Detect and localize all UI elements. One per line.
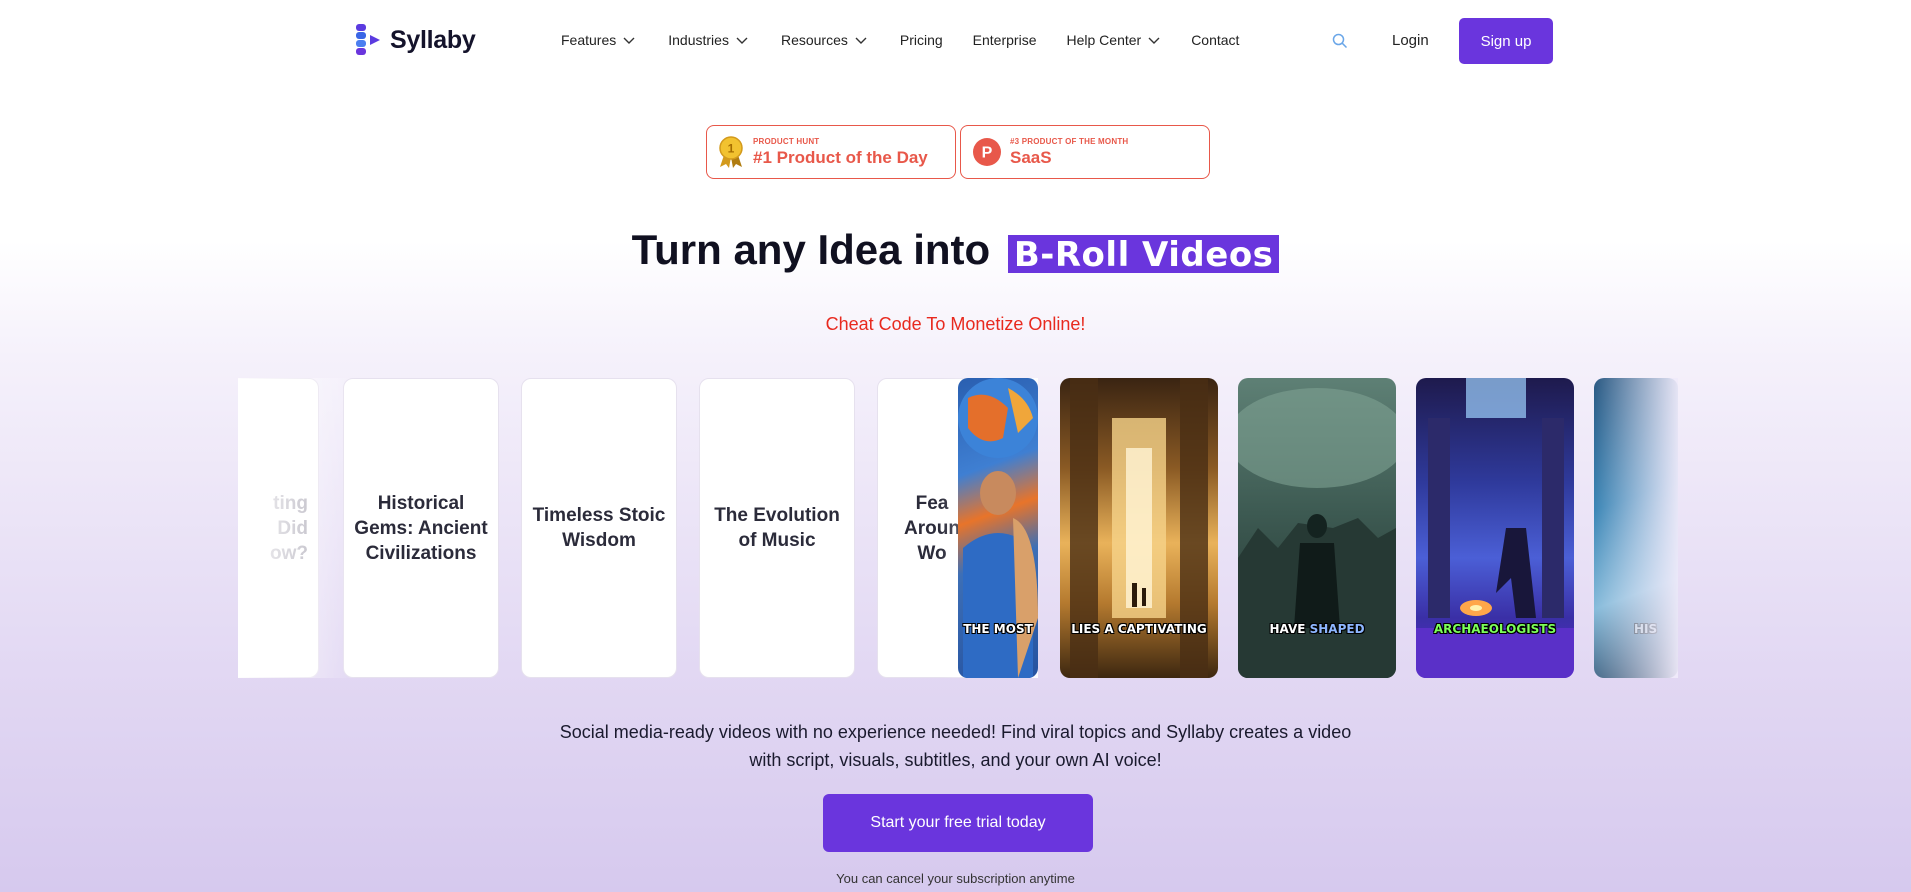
brand-name: Syllaby xyxy=(390,25,476,54)
start-free-trial-button[interactable]: Start your free trial today xyxy=(823,794,1093,852)
nav-item-pricing[interactable]: Pricing xyxy=(900,32,943,48)
nav-item-resources[interactable]: Resources xyxy=(781,32,868,48)
video-caption: HAVE SHAPED xyxy=(1238,622,1396,636)
chevron-down-icon xyxy=(1148,37,1160,44)
nav-item-industries[interactable]: Industries xyxy=(668,32,749,48)
chevron-down-icon xyxy=(855,37,867,44)
topic-card-title: The Evolution of Music xyxy=(714,505,840,551)
topic-card-title: Historical Gems: Ancient Civilizations xyxy=(354,492,488,564)
syllaby-logo-icon xyxy=(356,24,380,55)
product-hunt-day-badge[interactable]: 1 PRODUCT HUNT #1 Product of the Day xyxy=(706,125,956,179)
video-caption: THE MOST xyxy=(963,622,1033,636)
badge-small-label: PRODUCT HUNT xyxy=(753,136,820,146)
nav-item-label: Features xyxy=(561,32,617,48)
video-card[interactable]: HIS xyxy=(1594,378,1678,678)
top-navbar: Syllaby Features Industries Resources Pr… xyxy=(0,0,1911,82)
signup-button[interactable]: Sign up xyxy=(1459,18,1553,64)
video-caption: HIS xyxy=(1634,622,1658,636)
search-icon[interactable] xyxy=(1331,32,1349,50)
topic-card[interactable]: Timeless Stoic Wisdom xyxy=(521,378,677,678)
video-card[interactable]: ARCHAEOLOGISTS xyxy=(1416,378,1574,678)
chevron-down-icon xyxy=(623,37,635,44)
product-of-month-badge[interactable]: P #3 PRODUCT OF THE MONTH SaaS xyxy=(960,125,1210,179)
video-card[interactable]: LIES A CAPTIVATING xyxy=(1060,378,1218,678)
hero-tagline: Cheat Code To Monetize Online! xyxy=(825,314,1086,334)
nav-links: Features Industries Resources Pricing En… xyxy=(561,32,1239,48)
badge-title: SaaS xyxy=(1010,147,1052,167)
medal-icon: 1 xyxy=(719,136,743,168)
hero-headline-text: Turn any Idea into xyxy=(631,226,991,273)
topic-card[interactable]: The Evolution of Music xyxy=(699,378,855,678)
product-hunt-letter: P xyxy=(982,145,993,162)
nav-item-label: Resources xyxy=(780,32,848,48)
video-caption: LIES A CAPTIVATING xyxy=(1071,622,1207,636)
video-carousel[interactable]: ting Did ow? Historical Gems: Ancient Ci… xyxy=(238,378,1678,678)
medal-number: 1 xyxy=(728,142,735,156)
hero-description-line: with script, visuals, subtitles, and you… xyxy=(749,750,1162,770)
nav-item-label: Industries xyxy=(668,32,729,48)
nav-item-label: Help Center xyxy=(1066,32,1142,48)
logo[interactable]: Syllaby xyxy=(356,22,476,58)
topic-card[interactable]: Historical Gems: Ancient Civilizations xyxy=(343,378,499,678)
badge-title: #1 Product of the Day xyxy=(753,147,928,167)
hero-description: Social media-ready videos with no experi… xyxy=(0,718,1911,774)
login-link[interactable]: Login xyxy=(1392,32,1429,49)
chevron-down-icon xyxy=(736,37,748,44)
badge-small-label: #3 PRODUCT OF THE MONTH xyxy=(1010,136,1129,146)
cancel-anytime-note: You can cancel your subscription anytime xyxy=(836,871,1075,886)
video-card[interactable]: THE MOST xyxy=(958,378,1038,678)
video-caption: ARCHAEOLOGISTS xyxy=(1433,622,1557,636)
nav-item-help-center[interactable]: Help Center xyxy=(1066,32,1161,48)
topic-card-title: Timeless Stoic Wisdom xyxy=(532,505,666,551)
nav-item-contact[interactable]: Contact xyxy=(1191,32,1239,48)
topic-card[interactable]: ting Did ow? xyxy=(238,378,319,678)
hero-description-line: Social media-ready videos with no experi… xyxy=(559,722,1352,742)
video-caption-text: HAVE xyxy=(1269,622,1306,636)
nav-item-features[interactable]: Features xyxy=(561,32,636,48)
nav-item-label: Pricing xyxy=(899,32,943,48)
topic-card-title: ting Did ow? xyxy=(270,492,308,564)
video-card[interactable]: HAVE SHAPED xyxy=(1238,378,1396,678)
product-hunt-icon: P xyxy=(973,138,1001,166)
hero-headline: Turn any Idea into B-Roll Videos xyxy=(0,226,1911,275)
nav-item-label: Enterprise xyxy=(972,32,1037,48)
hero-highlight: B-Roll Videos xyxy=(1007,235,1280,275)
topic-card-title: Fea Aroun Wo xyxy=(904,492,960,564)
video-caption-highlight: SHAPED xyxy=(1309,622,1365,636)
nav-item-enterprise[interactable]: Enterprise xyxy=(973,32,1037,48)
nav-item-label: Contact xyxy=(1191,32,1240,48)
